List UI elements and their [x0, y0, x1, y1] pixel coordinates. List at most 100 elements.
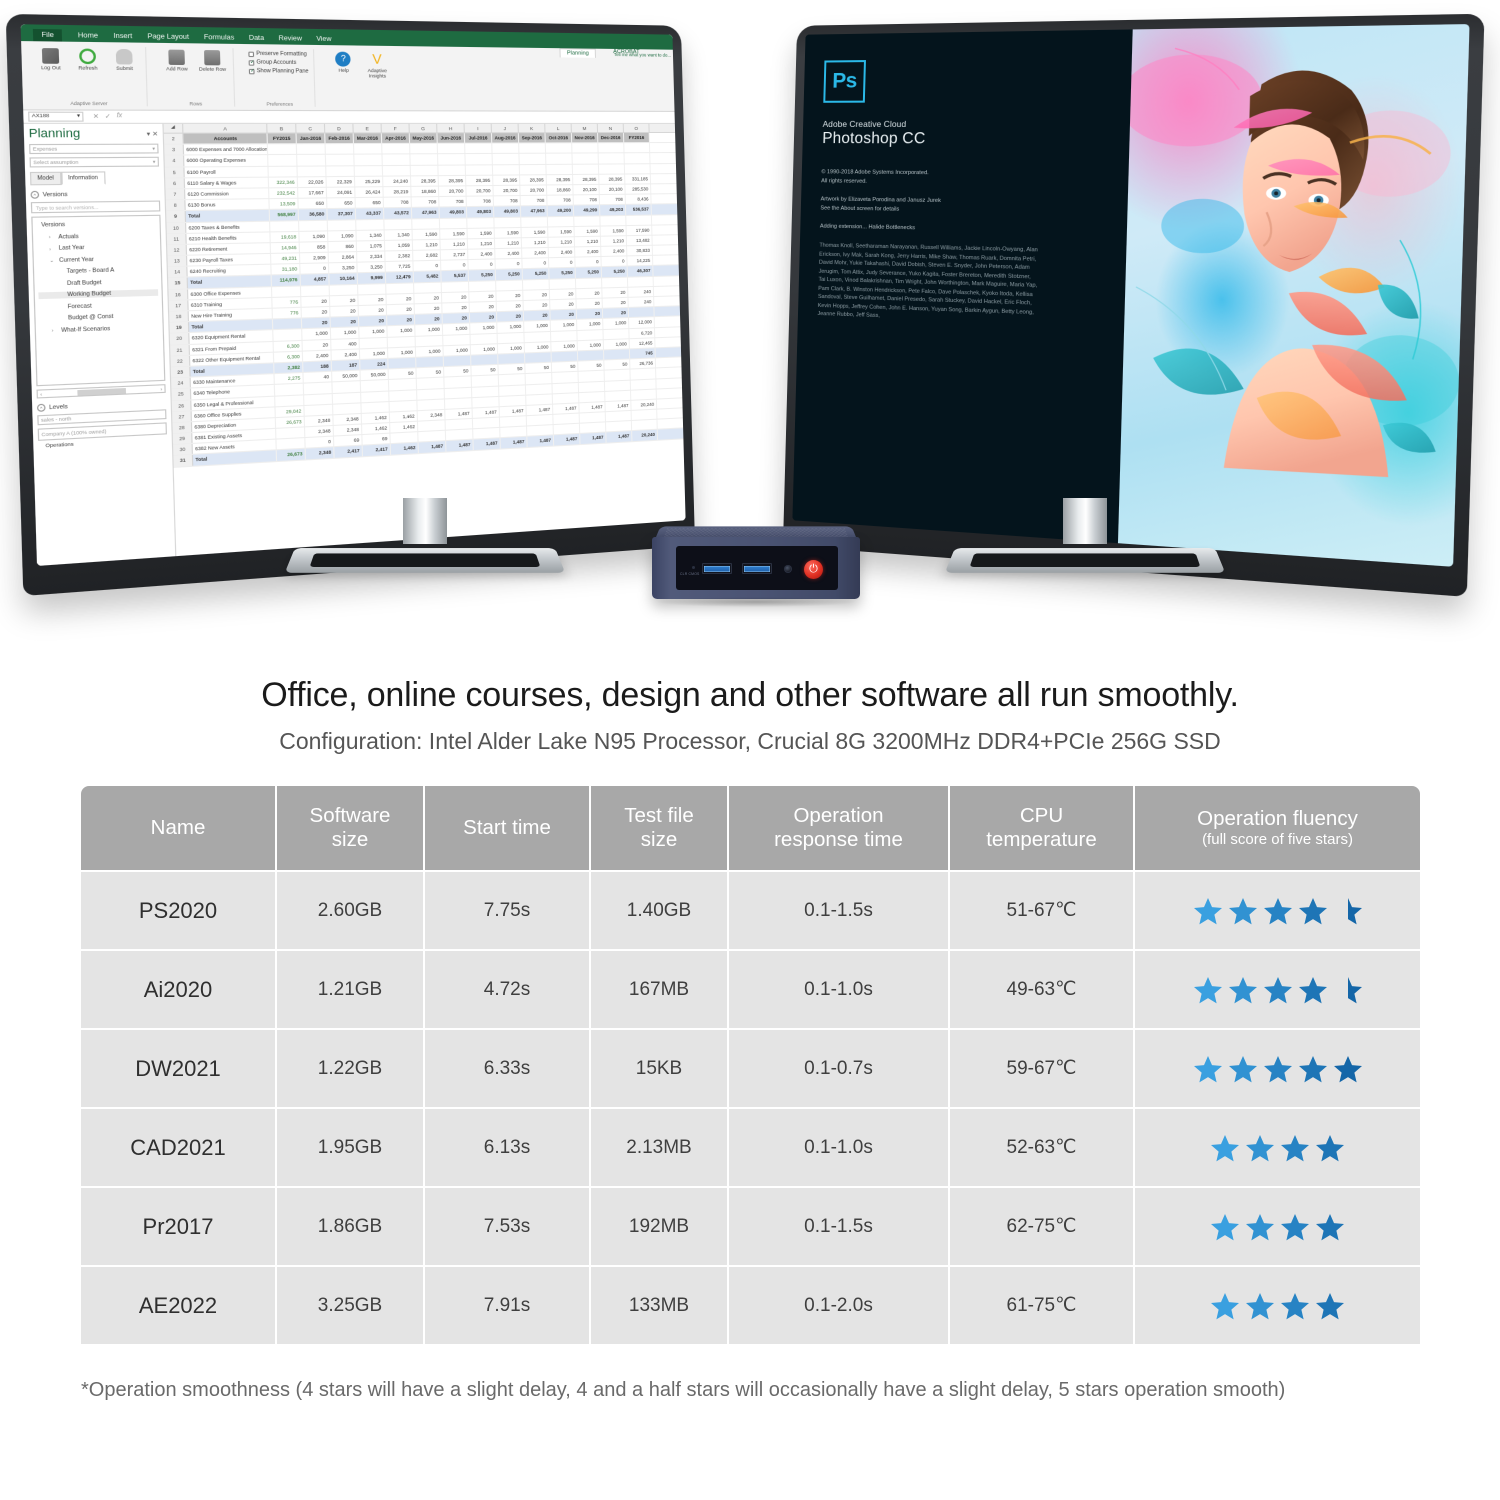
- row-number[interactable]: 27: [172, 411, 192, 422]
- row-number[interactable]: 23: [170, 366, 191, 378]
- row-number[interactable]: 16: [168, 289, 189, 300]
- row-number[interactable]: 22: [170, 355, 191, 367]
- column-letter-C[interactable]: C: [296, 123, 326, 133]
- row-number[interactable]: 5: [164, 167, 185, 178]
- delete-row-button[interactable]: Delete Row: [197, 50, 227, 72]
- column-letter-B[interactable]: B: [267, 123, 297, 133]
- column-letter-O[interactable]: O: [623, 123, 650, 133]
- row-number[interactable]: 31: [173, 455, 194, 467]
- tab-file[interactable]: File: [32, 28, 63, 42]
- chevron-down-icon[interactable]: ▾: [147, 131, 151, 138]
- tab-formulas[interactable]: Formulas: [204, 34, 235, 44]
- list-item[interactable]: Draft Budget: [38, 278, 158, 288]
- row-number[interactable]: 14: [167, 266, 188, 278]
- column-letter-N[interactable]: N: [597, 123, 624, 133]
- tab-information[interactable]: Information: [60, 171, 106, 186]
- row-number[interactable]: 11: [166, 233, 187, 245]
- grid-cell-value: 1,590: [494, 227, 522, 238]
- row-number[interactable]: 13: [167, 255, 188, 267]
- list-item-selected[interactable]: Working Budget: [38, 289, 159, 300]
- row-number[interactable]: 9: [166, 211, 187, 222]
- close-icon[interactable]: ✕: [152, 131, 158, 138]
- column-letter-E[interactable]: E: [353, 123, 382, 133]
- confirm-formula-icon[interactable]: ✓: [105, 113, 111, 121]
- horizontal-scrollbar[interactable]: ‹ ›: [36, 384, 166, 399]
- tab-model[interactable]: Model: [29, 171, 62, 186]
- row-number[interactable]: 26: [171, 399, 192, 411]
- power-button[interactable]: ⏻: [804, 560, 823, 579]
- row-number[interactable]: 8: [165, 200, 186, 211]
- column-letter-K[interactable]: K: [518, 123, 546, 133]
- grid-cell-value: 1,000: [524, 341, 552, 353]
- help-button[interactable]: ? Help: [329, 51, 358, 74]
- row-number[interactable]: 6: [165, 178, 186, 189]
- checkbox-group-accounts[interactable]: Group Accounts: [248, 59, 309, 66]
- row-number[interactable]: 2: [163, 133, 184, 144]
- list-item[interactable]: › Last Year: [37, 243, 157, 252]
- context-tab-planning[interactable]: Planning: [559, 48, 596, 58]
- cancel-formula-icon[interactable]: ✕: [93, 113, 99, 121]
- row-number[interactable]: 10: [166, 222, 187, 233]
- tab-data[interactable]: Data: [249, 34, 264, 44]
- row-number[interactable]: 15: [168, 277, 189, 289]
- row-number[interactable]: 19: [169, 322, 190, 334]
- column-letter-H[interactable]: H: [437, 123, 465, 133]
- list-item[interactable]: Targets - Board A: [38, 266, 158, 275]
- select-all-corner[interactable]: ◢: [163, 123, 184, 133]
- row-number[interactable]: 20: [169, 333, 190, 345]
- add-row-button[interactable]: Add Row: [161, 49, 192, 72]
- add-row-label: Add Row: [166, 65, 188, 72]
- section-versions[interactable]: ^ Versions: [30, 190, 159, 199]
- column-letter-F[interactable]: F: [381, 123, 410, 133]
- row-number[interactable]: 3: [164, 144, 185, 155]
- row-number[interactable]: 12: [167, 244, 188, 256]
- column-letter-A[interactable]: A: [183, 123, 268, 133]
- grid-cell-value: 20,700: [438, 186, 467, 197]
- insert-function-icon[interactable]: fx: [117, 113, 123, 121]
- tab-insert[interactable]: Insert: [113, 32, 132, 42]
- row-number[interactable]: 7: [165, 189, 186, 200]
- expenses-select[interactable]: Expenses ▾: [29, 143, 159, 155]
- refresh-button[interactable]: Refresh: [72, 48, 104, 71]
- row-number[interactable]: 30: [173, 444, 193, 456]
- tab-home[interactable]: Home: [78, 32, 99, 42]
- row-number[interactable]: 17: [168, 300, 189, 311]
- version-search-input[interactable]: Type to search versions...: [30, 200, 161, 214]
- column-letter-I[interactable]: I: [464, 123, 492, 133]
- row-number[interactable]: 25: [171, 388, 192, 400]
- scroll-right-icon[interactable]: ›: [160, 386, 162, 392]
- column-letter-L[interactable]: L: [545, 123, 572, 133]
- submit-button[interactable]: Submit: [109, 48, 140, 72]
- name-box[interactable]: AX188 ▾: [28, 111, 84, 122]
- scroll-left-icon[interactable]: ‹: [40, 391, 42, 397]
- grid-cell-value: 19,618: [270, 231, 300, 242]
- tell-me-box[interactable]: Tell me what you want to do...: [614, 52, 671, 58]
- row-number[interactable]: 24: [171, 377, 191, 389]
- spreadsheet-grid[interactable]: ◢ ABCDEFGHIJKLMNO 2 Accounts FY2015 Jan-201…: [163, 123, 686, 557]
- list-item[interactable]: Budget @ Const: [39, 312, 159, 322]
- column-letter-J[interactable]: J: [491, 123, 519, 133]
- checkbox-preserve-formatting[interactable]: Preserve Formatting: [248, 51, 308, 58]
- scrollbar-thumb[interactable]: [77, 387, 127, 396]
- list-item[interactable]: ⌄ Current Year: [37, 255, 157, 264]
- list-item[interactable]: › What-If Scenarios: [39, 324, 159, 335]
- list-item[interactable]: › Actuals: [37, 232, 157, 241]
- row-number[interactable]: 21: [170, 344, 191, 356]
- list-item[interactable]: Forecast: [39, 301, 159, 311]
- column-letter-M[interactable]: M: [571, 123, 599, 133]
- adaptive-insights-button[interactable]: V Adaptive Insights: [363, 51, 392, 79]
- row-number[interactable]: 28: [172, 422, 193, 434]
- column-letter-D[interactable]: D: [325, 123, 354, 133]
- row-number[interactable]: 4: [164, 155, 185, 167]
- checkbox-show-planning-pane[interactable]: Show Planning Pane: [248, 68, 309, 75]
- tab-page-layout[interactable]: Page Layout: [147, 33, 189, 43]
- row-number[interactable]: 29: [172, 433, 193, 445]
- column-letter-G[interactable]: G: [409, 123, 438, 133]
- cell-operation-fluency: [1135, 1267, 1420, 1344]
- logout-button[interactable]: Log Out: [35, 48, 67, 71]
- tab-view[interactable]: View: [316, 35, 331, 45]
- row-number[interactable]: 18: [169, 311, 190, 322]
- cell-response-time: 0.1-1.5s: [729, 872, 950, 949]
- tab-review[interactable]: Review: [279, 35, 303, 45]
- assumption-select[interactable]: Select assumption ▾: [29, 156, 160, 168]
